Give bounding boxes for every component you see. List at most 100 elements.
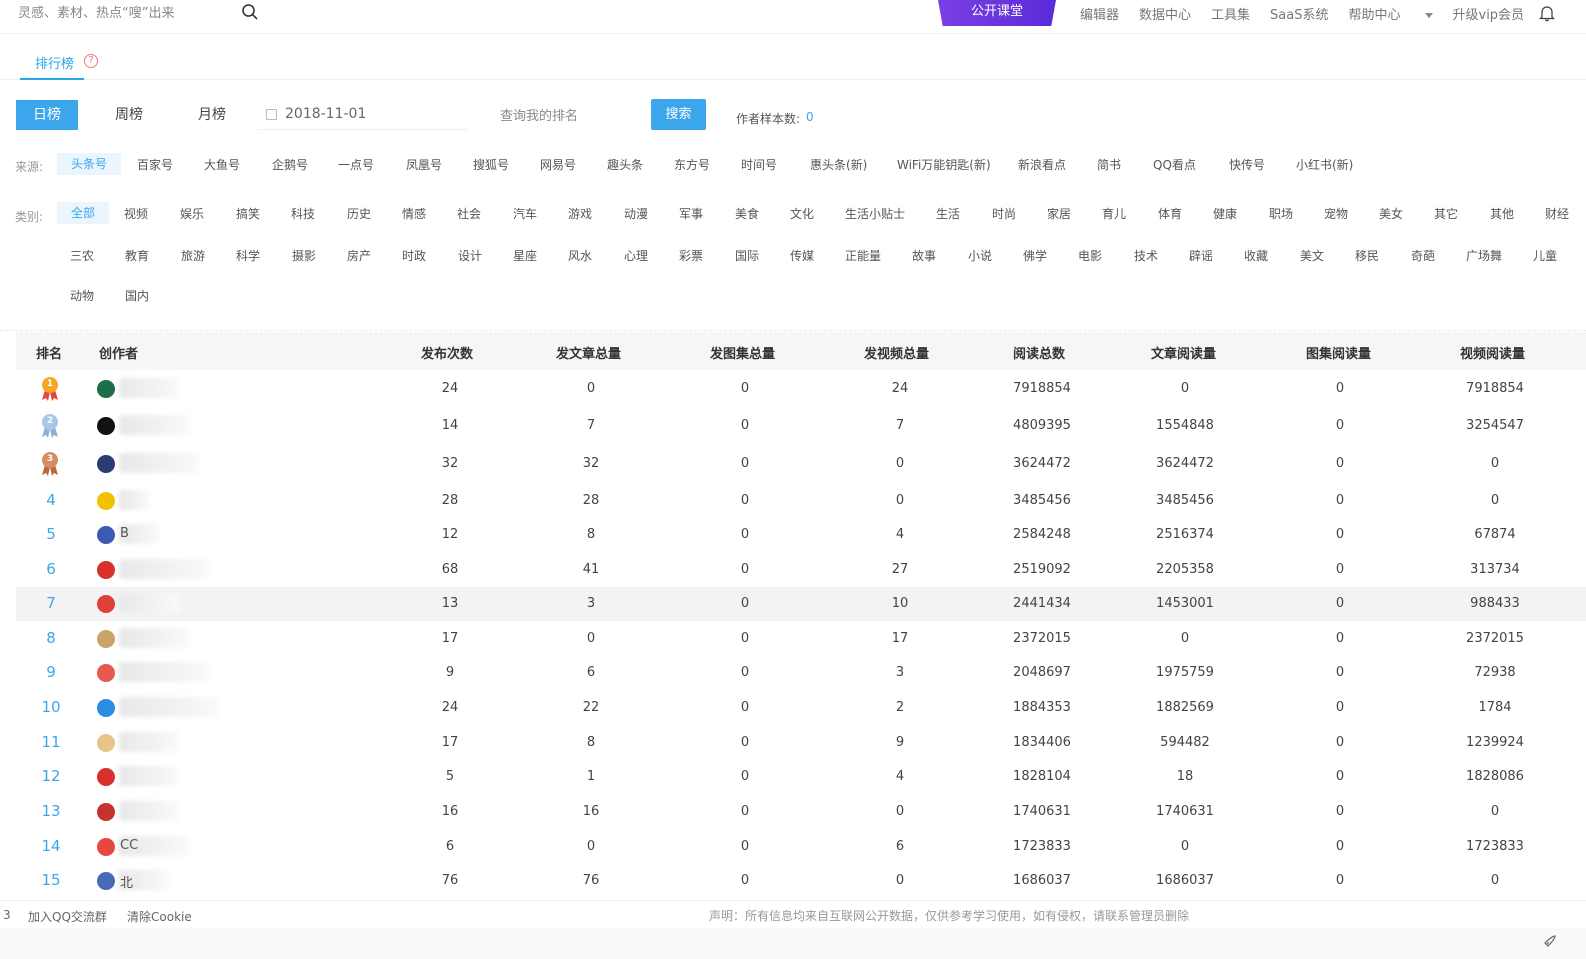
category-item[interactable]: 设计 [458,247,482,264]
source-item[interactable]: 网易号 [540,156,576,173]
period-daily-button[interactable]: 日榜 [16,100,78,130]
category-item[interactable]: 搞笑 [236,205,260,222]
table-row[interactable]: 3 32 32 0 0 3624472 3624472 0 0 [16,447,1586,481]
avatar[interactable] [97,838,115,856]
category-item[interactable]: 其他 [1490,205,1514,222]
avatar[interactable] [97,699,115,717]
creator-name[interactable]: B [120,526,129,541]
category-item[interactable]: 电影 [1078,247,1102,264]
category-item[interactable]: 军事 [679,205,703,222]
table-row[interactable]: 8 17 0 0 17 2372015 0 0 2372015 [16,622,1586,656]
creator-name[interactable]: CC [120,838,138,853]
category-item[interactable]: 小说 [968,247,992,264]
table-row[interactable]: 9 9 6 0 3 2048697 1975759 0 72938 [16,656,1586,690]
category-item[interactable]: 风水 [568,247,592,264]
source-item[interactable]: 企鹅号 [272,156,308,173]
date-picker[interactable]: 2018-11-01 [258,100,468,130]
category-item[interactable]: 星座 [513,247,537,264]
category-item[interactable]: 奇葩 [1411,247,1435,264]
category-item[interactable]: 其它 [1434,205,1458,222]
source-item[interactable]: 小红书(新) [1296,156,1353,173]
category-item[interactable]: 收藏 [1244,247,1268,264]
source-item[interactable]: 东方号 [674,156,710,173]
source-item[interactable]: 新浪看点 [1018,156,1066,173]
source-item[interactable]: 搜狐号 [473,156,509,173]
table-row[interactable]: 1 24 0 0 24 7918854 0 0 7918854 [16,372,1586,406]
avatar[interactable] [97,561,115,579]
category-item[interactable]: 视频 [124,205,148,222]
table-row[interactable]: 12 5 1 0 4 1828104 18 0 1828086 [16,760,1586,794]
table-row[interactable]: 2 14 7 0 7 4809395 1554848 0 3254547 [16,409,1586,443]
join-qq-link[interactable]: 加入QQ交流群 [28,908,107,925]
category-item[interactable]: 情感 [402,205,426,222]
avatar[interactable] [97,417,115,435]
table-row[interactable]: 5 B 12 8 0 4 2584248 2516374 0 67874 [16,518,1586,552]
source-item[interactable]: QQ看点 [1153,156,1196,173]
avatar[interactable] [97,380,115,398]
category-item[interactable]: 故事 [912,247,936,264]
nav-upgrade-vip[interactable]: 升级vip会员 [1453,4,1525,23]
category-item[interactable]: 房产 [347,247,371,264]
table-row[interactable]: 13 16 16 0 0 1740631 1740631 0 0 [16,795,1586,829]
category-item[interactable]: 儿童 [1533,247,1557,264]
category-item[interactable]: 美女 [1379,205,1403,222]
period-weekly-button[interactable]: 周榜 [98,100,160,130]
category-item[interactable]: 科技 [291,205,315,222]
avatar[interactable] [97,768,115,786]
source-item[interactable]: 百家号 [137,156,173,173]
category-item[interactable]: 正能量 [845,247,881,264]
category-item[interactable]: 传媒 [790,247,814,264]
bell-icon[interactable] [1538,4,1556,22]
table-row[interactable]: 7 13 3 0 10 2441434 1453001 0 988433 [16,587,1586,621]
category-item[interactable]: 生活 [936,205,960,222]
avatar[interactable] [97,734,115,752]
avatar[interactable] [97,664,115,682]
nav-tools[interactable]: 工具集 [1211,4,1250,23]
source-item[interactable]: 大鱼号 [204,156,240,173]
category-item[interactable]: 时政 [402,247,426,264]
category-item[interactable]: 宠物 [1324,205,1348,222]
period-monthly-button[interactable]: 月榜 [181,100,243,130]
category-item[interactable]: 游戏 [568,205,592,222]
category-item[interactable]: 娱乐 [180,205,204,222]
category-item[interactable]: 生活小贴士 [845,205,905,222]
category-item[interactable]: 彩票 [679,247,703,264]
category-item[interactable]: 移民 [1355,247,1379,264]
category-item[interactable]: 心理 [624,247,648,264]
avatar[interactable] [97,872,115,890]
category-item[interactable]: 社会 [457,205,481,222]
table-row[interactable]: 6 68 41 0 27 2519092 2205358 0 313734 [16,553,1586,587]
category-item[interactable]: 美文 [1300,247,1324,264]
category-item[interactable]: 辟谣 [1189,247,1213,264]
rocket-icon[interactable] [1543,934,1557,948]
nav-help[interactable]: 帮助中心 [1348,4,1433,23]
source-item[interactable]: 凤凰号 [406,156,442,173]
category-item[interactable]: 文化 [790,205,814,222]
category-item[interactable]: 佛学 [1023,247,1047,264]
category-item[interactable]: 旅游 [181,247,205,264]
table-row[interactable]: 15 北 76 76 0 0 1686037 1686037 0 0 [16,864,1586,898]
tab-ranking[interactable]: 排行榜 [35,53,74,72]
category-item[interactable]: 健康 [1213,205,1237,222]
table-row[interactable]: 4 28 28 0 0 3485456 3485456 0 0 [16,484,1586,518]
creator-name[interactable]: 北 [120,872,133,891]
source-item[interactable]: 简书 [1097,156,1121,173]
nav-editor[interactable]: 编辑器 [1080,4,1119,23]
category-item[interactable]: 全部 [57,202,110,224]
category-item[interactable]: 美食 [735,205,759,222]
nav-saas[interactable]: SaaS系统 [1270,4,1328,23]
clear-cookie-link[interactable]: 清除Cookie [127,908,192,925]
category-item[interactable]: 家居 [1047,205,1071,222]
table-row[interactable]: 14 CC 6 0 0 6 1723833 0 0 1723833 [16,830,1586,864]
avatar[interactable] [97,803,115,821]
category-item[interactable]: 育儿 [1102,205,1126,222]
category-item[interactable]: 财经 [1545,205,1569,222]
avatar[interactable] [97,595,115,613]
category-item[interactable]: 动漫 [624,205,648,222]
source-item[interactable]: 一点号 [338,156,374,173]
avatar[interactable] [97,526,115,544]
source-item[interactable]: 趣头条 [607,156,643,173]
source-item[interactable]: WiFi万能钥匙(新) [897,156,991,173]
global-search-input[interactable] [18,2,228,24]
category-item[interactable]: 教育 [125,247,149,264]
